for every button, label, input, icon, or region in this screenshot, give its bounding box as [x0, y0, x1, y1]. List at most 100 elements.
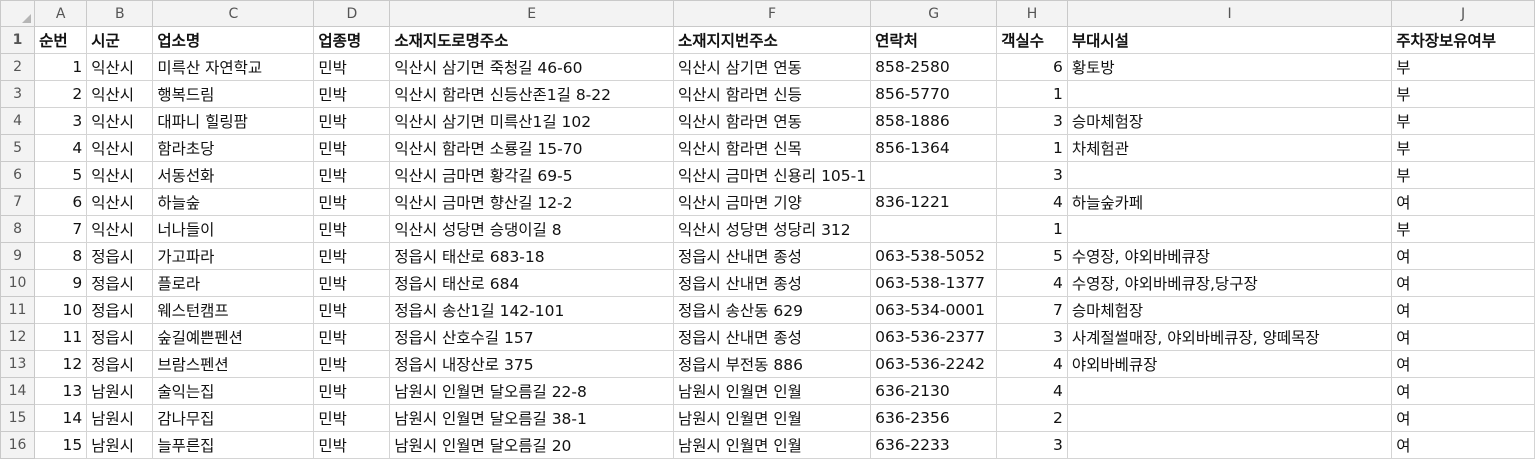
- cell-lot-addr[interactable]: 남원시 인월면 인월: [672, 431, 872, 459]
- cell-name[interactable]: 하늘숲: [152, 188, 315, 216]
- cell-phone[interactable]: 856-5770: [870, 80, 998, 108]
- cell-phone[interactable]: [870, 161, 998, 189]
- cell-header-road-addr[interactable]: 소재지도로명주소: [389, 26, 674, 54]
- cell-type[interactable]: 민박: [313, 269, 391, 297]
- cell-lot-addr[interactable]: 익산시 금마면 기양: [672, 188, 872, 216]
- cell-lot-addr[interactable]: 정읍시 산내면 종성: [672, 269, 872, 297]
- column-header-b[interactable]: B: [86, 0, 154, 27]
- cell-rooms[interactable]: 1: [996, 134, 1068, 162]
- cell-parking[interactable]: 여: [1391, 377, 1535, 405]
- cell-city[interactable]: 정읍시: [86, 350, 154, 378]
- cell-seq[interactable]: 9: [34, 269, 88, 297]
- cell-rooms[interactable]: 3: [996, 161, 1068, 189]
- cell-facilities[interactable]: [1066, 161, 1393, 189]
- cell-city[interactable]: 익산시: [86, 161, 154, 189]
- cell-phone[interactable]: 856-1364: [870, 134, 998, 162]
- cell-phone[interactable]: 063-534-0001: [870, 296, 998, 324]
- cell-name[interactable]: 술익는집: [152, 377, 315, 405]
- column-header-e[interactable]: E: [389, 0, 674, 27]
- cell-header-phone[interactable]: 연락처: [870, 26, 998, 54]
- column-header-f[interactable]: F: [672, 0, 872, 27]
- cell-road-addr[interactable]: 익산시 성당면 승댕이길 8: [389, 215, 674, 243]
- row-header[interactable]: 12: [0, 323, 36, 351]
- cell-phone[interactable]: 858-1886: [870, 107, 998, 135]
- cell-road-addr[interactable]: 남원시 인월면 달오름길 38-1: [389, 404, 674, 432]
- row-header[interactable]: 11: [0, 296, 36, 324]
- column-header-j[interactable]: J: [1391, 0, 1535, 27]
- cell-header-facilities[interactable]: 부대시설: [1066, 26, 1393, 54]
- cell-parking[interactable]: 여: [1391, 188, 1535, 216]
- cell-road-addr[interactable]: 정읍시 태산로 684: [389, 269, 674, 297]
- row-header[interactable]: 15: [0, 404, 36, 432]
- row-header[interactable]: 7: [0, 188, 36, 216]
- cell-city[interactable]: 익산시: [86, 134, 154, 162]
- cell-seq[interactable]: 1: [34, 53, 88, 81]
- cell-name[interactable]: 숲길예쁜펜션: [152, 323, 315, 351]
- cell-road-addr[interactable]: 익산시 함라면 신등산존1길 8-22: [389, 80, 674, 108]
- row-header[interactable]: 1: [0, 26, 36, 54]
- cell-type[interactable]: 민박: [313, 323, 391, 351]
- cell-road-addr[interactable]: 남원시 인월면 달오름길 22-8: [389, 377, 674, 405]
- row-header[interactable]: 14: [0, 377, 36, 405]
- cell-facilities[interactable]: [1066, 215, 1393, 243]
- cell-city[interactable]: 익산시: [86, 188, 154, 216]
- cell-rooms[interactable]: 4: [996, 269, 1068, 297]
- cell-city[interactable]: 남원시: [86, 404, 154, 432]
- cell-seq[interactable]: 5: [34, 161, 88, 189]
- cell-lot-addr[interactable]: 정읍시 산내면 종성: [672, 323, 872, 351]
- cell-facilities[interactable]: 차체험관: [1066, 134, 1393, 162]
- cell-rooms[interactable]: 4: [996, 188, 1068, 216]
- cell-lot-addr[interactable]: 남원시 인월면 인월: [672, 377, 872, 405]
- column-header-i[interactable]: I: [1066, 0, 1393, 27]
- cell-city[interactable]: 정읍시: [86, 296, 154, 324]
- cell-name[interactable]: 서동선화: [152, 161, 315, 189]
- cell-type[interactable]: 민박: [313, 242, 391, 270]
- cell-road-addr[interactable]: 익산시 금마면 황각길 69-5: [389, 161, 674, 189]
- cell-facilities[interactable]: [1066, 404, 1393, 432]
- cell-rooms[interactable]: 5: [996, 242, 1068, 270]
- cell-seq[interactable]: 12: [34, 350, 88, 378]
- cell-name[interactable]: 행복드림: [152, 80, 315, 108]
- cell-parking[interactable]: 부: [1391, 161, 1535, 189]
- cell-type[interactable]: 민박: [313, 161, 391, 189]
- cell-type[interactable]: 민박: [313, 53, 391, 81]
- cell-lot-addr[interactable]: 정읍시 산내면 종성: [672, 242, 872, 270]
- cell-phone[interactable]: 063-536-2377: [870, 323, 998, 351]
- cell-rooms[interactable]: 1: [996, 215, 1068, 243]
- cell-parking[interactable]: 여: [1391, 431, 1535, 459]
- cell-name[interactable]: 대파니 힐링팜: [152, 107, 315, 135]
- cell-road-addr[interactable]: 남원시 인월면 달오름길 20: [389, 431, 674, 459]
- cell-city[interactable]: 익산시: [86, 80, 154, 108]
- cell-type[interactable]: 민박: [313, 296, 391, 324]
- cell-phone[interactable]: 836-1221: [870, 188, 998, 216]
- cell-city[interactable]: 남원시: [86, 431, 154, 459]
- select-all-corner[interactable]: [0, 0, 36, 27]
- cell-rooms[interactable]: 3: [996, 107, 1068, 135]
- cell-name[interactable]: 브람스펜션: [152, 350, 315, 378]
- cell-parking[interactable]: 여: [1391, 269, 1535, 297]
- cell-phone[interactable]: 063-538-5052: [870, 242, 998, 270]
- cell-parking[interactable]: 부: [1391, 134, 1535, 162]
- cell-phone[interactable]: 636-2130: [870, 377, 998, 405]
- cell-header-city[interactable]: 시군: [86, 26, 154, 54]
- cell-facilities[interactable]: [1066, 377, 1393, 405]
- cell-lot-addr[interactable]: 익산시 함라면 신목: [672, 134, 872, 162]
- column-header-h[interactable]: H: [996, 0, 1068, 27]
- row-header[interactable]: 2: [0, 53, 36, 81]
- cell-type[interactable]: 민박: [313, 404, 391, 432]
- cell-rooms[interactable]: 7: [996, 296, 1068, 324]
- cell-city[interactable]: 익산시: [86, 215, 154, 243]
- row-header[interactable]: 9: [0, 242, 36, 270]
- cell-rooms[interactable]: 4: [996, 350, 1068, 378]
- cell-road-addr[interactable]: 익산시 삼기면 죽청길 46-60: [389, 53, 674, 81]
- cell-facilities[interactable]: 야외바베큐장: [1066, 350, 1393, 378]
- cell-seq[interactable]: 13: [34, 377, 88, 405]
- cell-road-addr[interactable]: 익산시 함라면 소룡길 15-70: [389, 134, 674, 162]
- cell-seq[interactable]: 8: [34, 242, 88, 270]
- cell-name[interactable]: 늘푸른집: [152, 431, 315, 459]
- cell-city[interactable]: 남원시: [86, 377, 154, 405]
- cell-seq[interactable]: 2: [34, 80, 88, 108]
- cell-phone[interactable]: 063-538-1377: [870, 269, 998, 297]
- cell-facilities[interactable]: 수영장, 야외바베큐장,당구장: [1066, 269, 1393, 297]
- cell-facilities[interactable]: 사계절썰매장, 야외바베큐장, 양떼목장: [1066, 323, 1393, 351]
